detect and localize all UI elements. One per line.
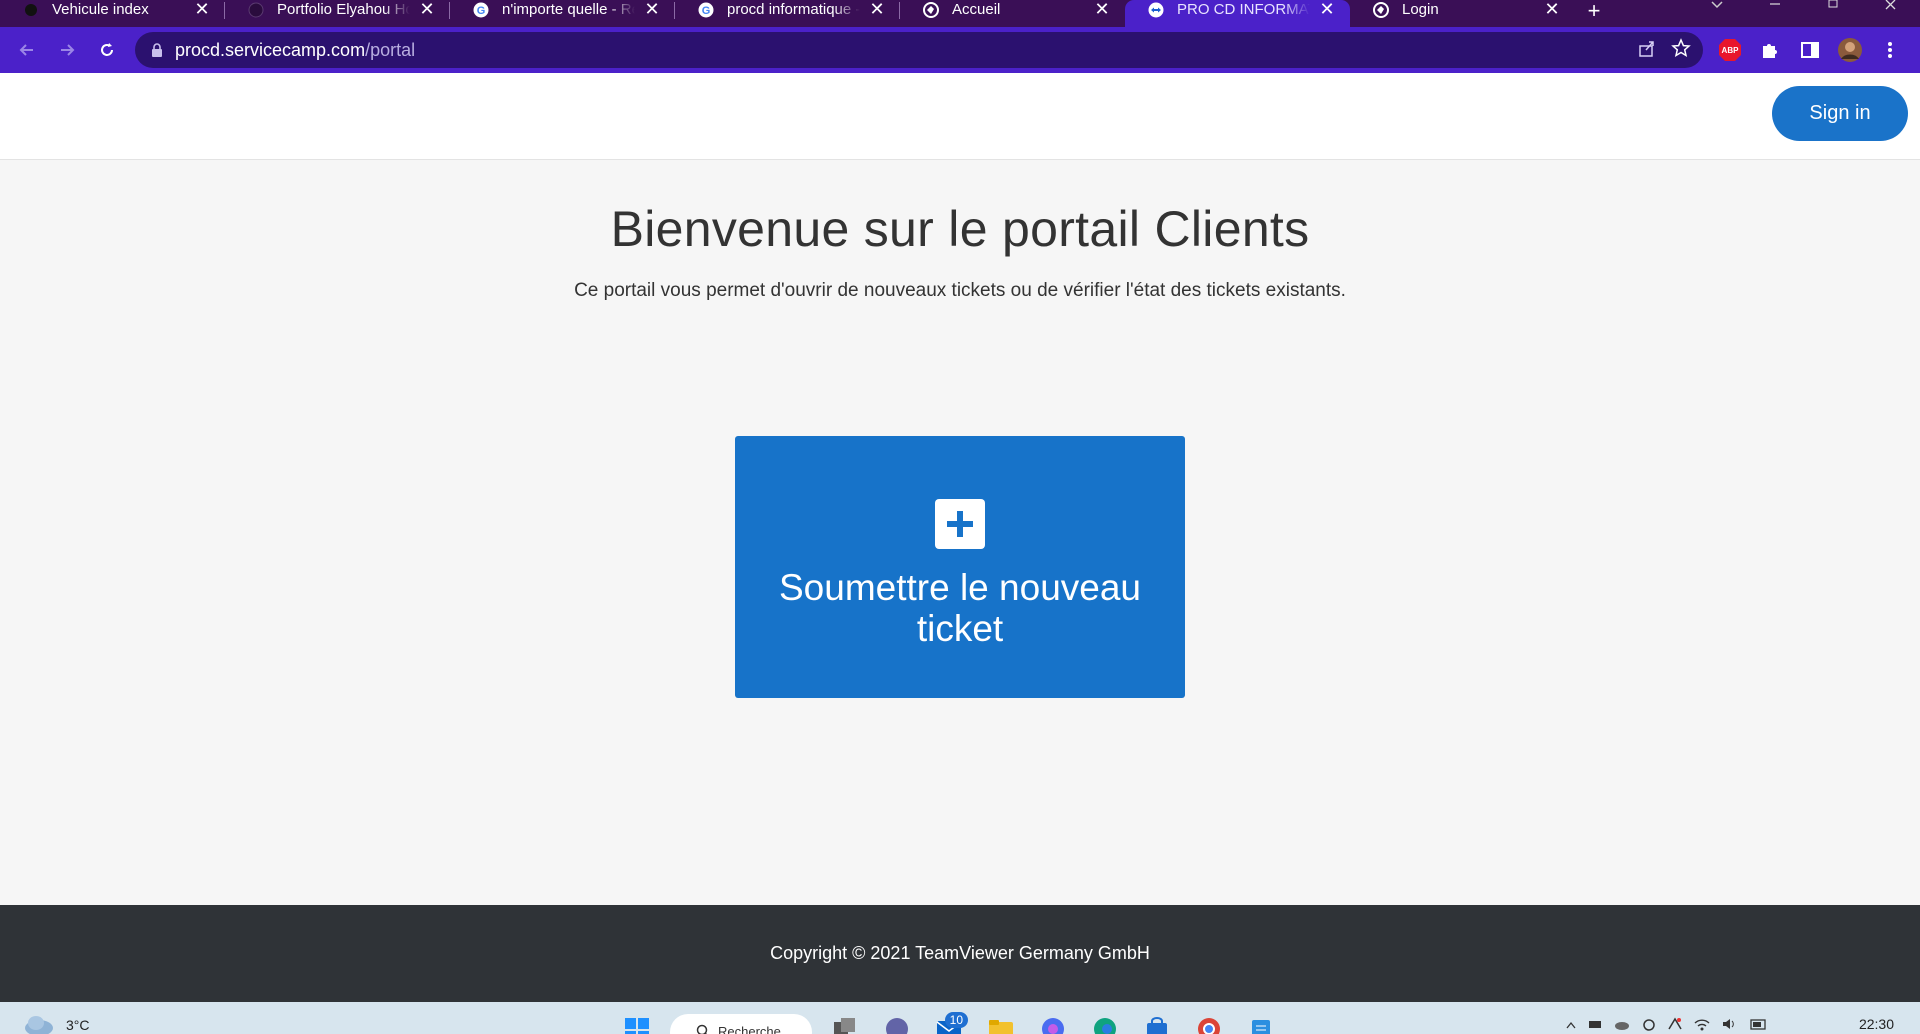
search-icon [696,1024,710,1034]
portal-main: Bienvenue sur le portail Clients Ce port… [0,160,1920,905]
edge-browser-icon[interactable] [1086,1002,1124,1034]
wifi-icon[interactable] [1693,1017,1711,1034]
teams-chat-icon[interactable] [878,1002,916,1034]
close-icon[interactable]: ✕ [1543,0,1561,19]
teamviewer-icon [1147,1,1165,19]
new-tab-button[interactable]: + [1575,0,1613,27]
google-icon: G [472,1,490,19]
browser-tab-procd-active[interactable]: PRO CD INFORMATIQUE ✕ [1125,0,1350,27]
battery-icon[interactable] [1749,1017,1769,1034]
adblock-icon[interactable]: ABP [1716,36,1744,64]
browser-tab-search-2[interactable]: G procd informatique - Recherche ✕ [675,0,900,27]
close-icon[interactable]: ✕ [868,0,886,19]
extensions-area: ABP [1716,27,1904,73]
task-view-icon[interactable] [826,1002,864,1034]
sign-in-button[interactable]: Sign in [1772,86,1908,141]
taskbar-search[interactable]: Recherche [670,1014,812,1034]
back-arrow-icon[interactable] [7,30,47,70]
url-path: /portal [365,39,416,60]
kebab-menu-icon[interactable] [1876,36,1904,64]
forward-arrow-icon[interactable] [47,30,87,70]
browser-toolbar: procd.servicecamp.com/portal ABP [0,27,1920,73]
submit-ticket-label: Soumettre le nouveau ticket [778,567,1141,649]
chevron-up-icon[interactable] [1565,1017,1577,1034]
window-controls [1688,0,1920,27]
page-title: Bienvenue sur le portail Clients [610,201,1310,257]
close-icon[interactable]: ✕ [193,0,211,19]
notepad-icon[interactable] [1242,1002,1280,1034]
page-subtitle: Ce portail vous permet d'ouvrir de nouve… [574,280,1346,301]
chrome-icon[interactable] [1190,1002,1228,1034]
close-icon[interactable]: ✕ [418,0,436,19]
weather-widget[interactable]: 3°C [22,1004,90,1034]
close-icon[interactable]: ✕ [1093,0,1111,19]
cloud-sync-icon[interactable] [1613,1017,1631,1034]
bookmark-star-icon[interactable] [1671,37,1691,63]
mail-badge: 10 [944,1012,968,1028]
puzzle-extensions-icon[interactable] [1756,36,1784,64]
file-explorer-icon[interactable] [982,1002,1020,1034]
taskbar-apps: Recherche 10 [618,1002,1280,1034]
copyright-text: Copyright © 2021 TeamViewer Germany GmbH [770,943,1150,963]
windows-start-icon[interactable] [618,1002,656,1034]
reload-icon[interactable] [87,30,127,70]
address-bar[interactable]: procd.servicecamp.com/portal [135,32,1703,68]
browser-tab-search-1[interactable]: G n'importe quelle - Recherche ✕ [450,0,675,27]
window-close-icon[interactable] [1862,0,1920,27]
tab-title: Accueil [952,1,1001,18]
tab-title: Vehicule index [52,1,149,18]
plus-icon [935,499,985,549]
submit-ticket-card[interactable]: Soumettre le nouveau ticket [735,436,1185,698]
profile-avatar[interactable] [1836,36,1864,64]
tab-title: n'importe quelle - Recherche [502,1,635,18]
dark-circle-icon [22,1,40,19]
tab-title: Login [1402,1,1439,18]
copilot-icon[interactable] [1034,1002,1072,1034]
usb-icon[interactable] [1587,1017,1603,1034]
windows-taskbar: 3°C Recherche 10 22:30 [0,1002,1920,1034]
minimize-icon[interactable] [1746,0,1804,27]
globe-dark-icon [247,1,265,19]
svg-text:G: G [477,5,486,17]
search-placeholder: Recherche [718,1024,781,1034]
share-icon[interactable] [1637,38,1657,63]
globe-icon [1372,1,1390,19]
lock-icon [151,43,163,57]
restore-icon[interactable] [1804,0,1862,27]
close-icon[interactable]: ✕ [643,0,661,19]
portal-header: Sign in [0,73,1920,160]
tab-title: procd informatique - Recherche [727,1,860,18]
browser-tab-login[interactable]: Login ✕ [1350,0,1575,27]
browser-tab-accueil[interactable]: Accueil ✕ [900,0,1125,27]
store-icon[interactable] [1138,1002,1176,1034]
browser-tab-strip: Vehicule index ✕ Portfolio Elyahou Houri… [0,0,1920,27]
svg-text:G: G [702,5,711,17]
chevron-down-icon[interactable] [1688,0,1746,27]
globe-icon [922,1,940,19]
browser-tab-portfolio[interactable]: Portfolio Elyahou Houri ✕ [225,0,450,27]
side-panel-icon[interactable] [1796,36,1824,64]
google-icon: G [697,1,715,19]
tab-title: Portfolio Elyahou Houri [277,1,410,18]
cloud-icon [22,1004,56,1034]
refresh-tray-icon[interactable] [1641,1017,1657,1034]
mail-icon[interactable]: 10 [930,1002,968,1034]
browser-tab-vehicule[interactable]: Vehicule index ✕ [0,0,225,27]
url-host: procd.servicecamp.com [175,39,366,60]
page-footer: Copyright © 2021 TeamViewer Germany GmbH [0,905,1920,1002]
tab-title: PRO CD INFORMATIQUE [1177,1,1310,18]
volume-icon[interactable] [1721,1017,1739,1034]
system-tray [1565,1002,1769,1034]
taskbar-clock[interactable]: 22:30 [1859,1016,1894,1032]
temperature: 3°C [66,1017,90,1033]
close-icon[interactable]: ✕ [1318,0,1336,19]
app-tray-icon[interactable] [1667,1017,1683,1034]
svg-text:ABP: ABP [1722,46,1740,55]
